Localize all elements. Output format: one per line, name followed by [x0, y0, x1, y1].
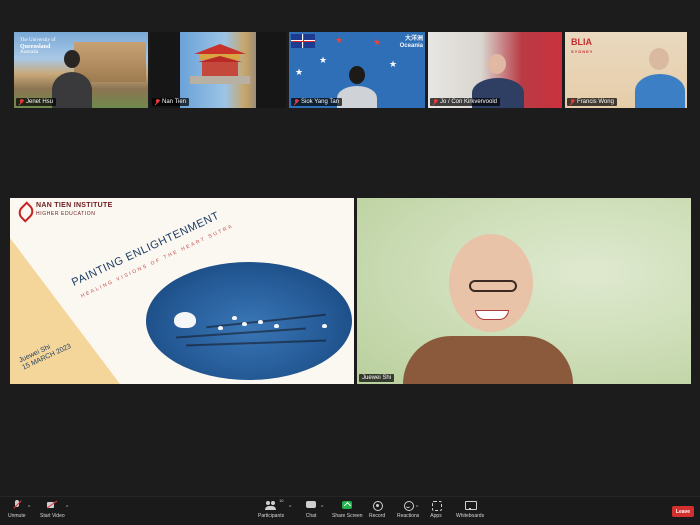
star-icon: ★ [335, 35, 344, 45]
record-button[interactable]: Record [369, 500, 385, 519]
whiteboards-button[interactable]: Whiteboards [456, 500, 484, 519]
smile-shape [475, 310, 509, 320]
apps-icon [430, 500, 442, 511]
video-tile[interactable]: Jo / Con Kirkvervoold [428, 32, 562, 108]
participants-options-caret[interactable]: ^ [289, 505, 291, 511]
mic-muted-icon [155, 99, 160, 105]
whiteboard-icon [464, 500, 478, 510]
chat-options-caret[interactable]: ^ [321, 505, 323, 511]
participants-count: 10 [279, 498, 284, 503]
swan-painting-image [146, 262, 352, 380]
temple-image [190, 44, 250, 84]
chat-icon [305, 500, 317, 510]
video-tile[interactable]: The University of Queensland Australia J… [14, 32, 148, 108]
participant-name: Juewei Shi [362, 375, 392, 381]
audio-options-caret[interactable]: ^ [28, 505, 30, 511]
participant-body [635, 74, 685, 108]
participant-name: Nan Tien [162, 99, 187, 105]
mic-muted-icon [11, 500, 23, 510]
star-icon: ★ [319, 55, 328, 65]
mic-muted-icon [570, 99, 575, 105]
institute-mark-icon [16, 202, 32, 218]
participant-body [52, 72, 92, 108]
blia-logo: BLIA SYDNEY [571, 37, 594, 55]
name-tag: Siok Yang Tan [291, 98, 343, 106]
leave-button[interactable]: Leave [672, 506, 694, 517]
video-tile[interactable]: BLIA SYDNEY Francis Wong [565, 32, 687, 108]
name-tag: Jenet Hsu [16, 98, 57, 106]
participant-avatar [349, 66, 365, 84]
reactions-icon [402, 500, 415, 511]
mic-muted-icon [19, 99, 24, 105]
participant-avatar [649, 48, 669, 70]
mic-muted-icon [433, 99, 438, 105]
name-tag: Juewei Shi [359, 374, 395, 382]
participant-avatar [64, 50, 80, 68]
participant-body [337, 86, 377, 108]
participant-avatar [488, 54, 506, 74]
start-video-button[interactable]: Start Video [40, 500, 65, 519]
name-tag: Nan Tien [152, 98, 190, 106]
record-icon [371, 500, 384, 511]
share-screen-button[interactable]: Share Screen [332, 500, 363, 519]
meeting-stage: The University of Queensland Australia J… [0, 0, 700, 496]
chat-button[interactable]: Chat [305, 500, 317, 519]
oceania-logo: 大洋洲 Oceania [399, 36, 423, 49]
star-icon: ★ [373, 37, 382, 47]
participant-name: Francis Wong [577, 99, 614, 105]
active-speaker-tile[interactable]: Juewei Shi [357, 198, 691, 384]
flag-icon [291, 34, 315, 48]
participants-icon: 10 [265, 498, 284, 510]
video-off-icon [46, 500, 58, 510]
institute-subtitle: HIGHER EDUCATION [36, 211, 96, 217]
video-tile[interactable]: Nan Tien [150, 32, 286, 108]
participant-name: Jo / Con Kirkvervoold [440, 99, 498, 105]
video-options-caret[interactable]: ^ [66, 505, 68, 511]
mic-muted-icon [294, 99, 299, 105]
meeting-toolbar: Unmute ^ Start Video ^ 10 Participants ^… [0, 496, 700, 525]
unmute-button[interactable]: Unmute [8, 500, 26, 519]
reactions-options-caret[interactable]: ^ [416, 505, 418, 511]
apps-button[interactable]: Apps [430, 500, 442, 519]
institute-logo: NAN TIEN INSTITUTE HIGHER EDUCATION [16, 202, 113, 218]
name-tag: Jo / Con Kirkvervoold [430, 98, 501, 106]
participant-name: Jenet Hsu [26, 99, 54, 105]
participant-body [403, 336, 573, 384]
shared-screen-slide[interactable]: NAN TIEN INSTITUTE HIGHER EDUCATION PAIN… [10, 198, 354, 384]
share-screen-icon [341, 500, 353, 510]
participants-button[interactable]: 10 Participants [258, 498, 284, 519]
name-tag: Francis Wong [567, 98, 617, 106]
star-icon: ★ [389, 59, 398, 69]
glasses-shape [469, 280, 517, 292]
participant-name: Siok Yang Tan [301, 99, 340, 105]
video-tile[interactable]: ★ ★ ★ ★ ★ 大洋洲 Oceania Siok Yang Tan [289, 32, 425, 108]
star-icon: ★ [295, 67, 304, 77]
institute-name: NAN TIEN INSTITUTE [36, 202, 113, 209]
university-logo: The University of Queensland Australia [20, 38, 56, 55]
